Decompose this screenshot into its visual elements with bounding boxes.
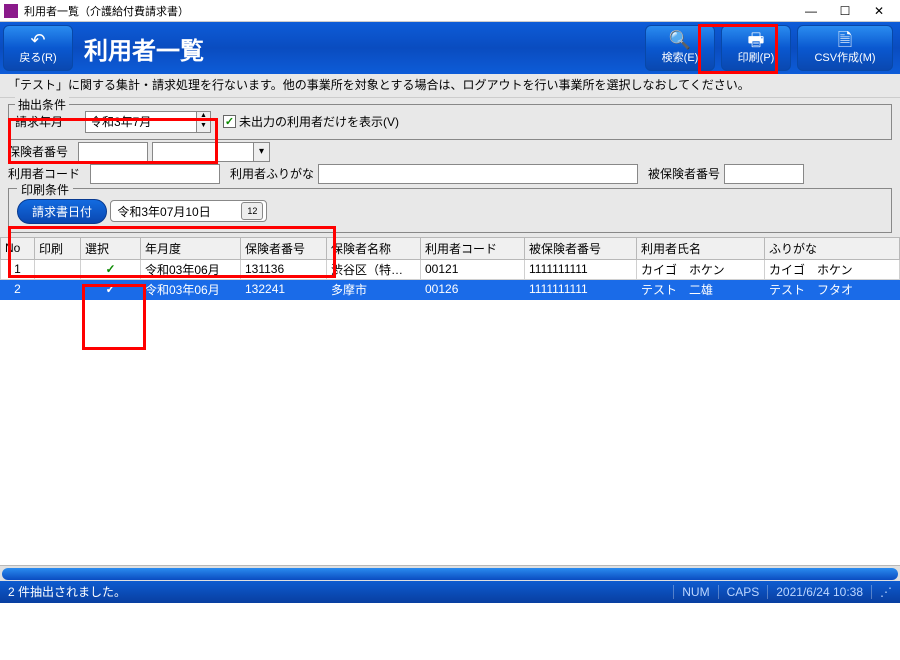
insurer-no-input[interactable] <box>78 142 148 162</box>
cell-no: 1 <box>1 259 35 279</box>
table-row[interactable]: 2 ✓ 令和03年06月 132241 多摩市 00126 1111111111… <box>1 279 900 299</box>
chevron-down-icon[interactable]: ▾ <box>253 143 269 161</box>
cell-user-code: 00121 <box>421 259 525 279</box>
status-datetime: 2021/6/24 10:38 <box>767 585 871 599</box>
status-grip-icon: ⋰ <box>871 585 900 599</box>
insurer-no-label: 保険者番号 <box>8 143 74 160</box>
cell-insured-no: 1111111111 <box>525 259 637 279</box>
col-no[interactable]: No <box>1 237 35 259</box>
col-furigana[interactable]: ふりがな <box>765 237 900 259</box>
status-num: NUM <box>673 585 717 599</box>
filter-panel: 抽出条件 請求年月 ▲▼ ✓ 未出力の利用者だけを表示(V) 保険者番号 ▾ <box>0 98 900 237</box>
table-row[interactable]: 1 ✓ 令和03年06月 131136 渋谷区（特… 00121 1111111… <box>1 259 900 279</box>
status-bar: 2 件抽出されました。 NUM CAPS 2021/6/24 10:38 ⋰ <box>0 581 900 603</box>
back-label: 戻る(R) <box>19 49 56 65</box>
cell-insurer-name: 渋谷区（特… <box>327 259 421 279</box>
cell-select-checkbox[interactable]: ✓ <box>81 279 141 299</box>
grid-area: No 印刷 選択 年月度 保険者番号 保険者名称 利用者コード 被保険者番号 利… <box>0 237 900 565</box>
csv-button[interactable]: 🗎 CSV作成(M) <box>797 25 893 71</box>
back-icon: ↶ <box>30 31 45 49</box>
cell-user-name: カイゴ ホケン <box>637 259 765 279</box>
titlebar: 利用者一覧（介護給付費請求書） ― ☐ ✕ <box>0 0 900 22</box>
window-title: 利用者一覧（介護給付費請求書） <box>24 3 794 19</box>
print-condition-fieldset: 印刷条件 請求書日付 12 <box>8 188 892 233</box>
cell-no: 2 <box>1 279 35 299</box>
back-button[interactable]: ↶ 戻る(R) <box>3 25 73 71</box>
billing-ym-input[interactable]: ▲▼ <box>85 111 211 133</box>
insurer-name-combo[interactable]: ▾ <box>152 142 270 162</box>
print-legend: 印刷条件 <box>17 181 73 198</box>
user-code-input[interactable] <box>90 164 220 184</box>
search-label: 検索(E) <box>662 49 699 65</box>
search-icon: 🔍 <box>669 31 691 49</box>
cell-ym: 令和03年06月 <box>141 259 241 279</box>
user-code-label: 利用者コード <box>8 165 86 182</box>
col-user-name[interactable]: 利用者氏名 <box>637 237 765 259</box>
billing-ym-field[interactable] <box>86 112 196 132</box>
cell-furigana: テスト フタオ <box>765 279 900 299</box>
unprinted-only-label: 未出力の利用者だけを表示(V) <box>239 113 399 130</box>
cell-insurer-no: 131136 <box>241 259 327 279</box>
export-icon: 🗎 <box>838 31 852 49</box>
status-message: 2 件抽出されました。 <box>0 583 673 600</box>
unprinted-only-checkbox[interactable]: ✓ 未出力の利用者だけを表示(V) <box>223 113 399 130</box>
cell-ym: 令和03年06月 <box>141 279 241 299</box>
cell-user-code: 00126 <box>421 279 525 299</box>
status-caps: CAPS <box>718 585 768 599</box>
cell-insurer-no: 132241 <box>241 279 327 299</box>
col-insured-no[interactable]: 被保険者番号 <box>525 237 637 259</box>
minimize-button[interactable]: ― <box>794 1 828 21</box>
horizontal-scrollbar[interactable] <box>0 565 900 581</box>
user-kana-label: 利用者ふりがな <box>230 165 314 182</box>
col-user-code[interactable]: 利用者コード <box>421 237 525 259</box>
insurer-name-input[interactable] <box>153 143 253 161</box>
check-icon: ✓ <box>223 115 236 128</box>
cell-select-checkbox[interactable]: ✓ <box>81 259 141 279</box>
col-select[interactable]: 選択 <box>81 237 141 259</box>
cell-print <box>35 279 81 299</box>
scrollbar-thumb[interactable] <box>2 568 898 580</box>
cell-insured-no: 1111111111 <box>525 279 637 299</box>
insured-no-label: 被保険者番号 <box>648 165 720 182</box>
bill-date-input-wrap[interactable]: 12 <box>110 200 267 222</box>
bill-date-input[interactable] <box>111 204 241 218</box>
col-insurer-no[interactable]: 保険者番号 <box>241 237 327 259</box>
user-kana-input[interactable] <box>318 164 638 184</box>
table-header-row: No 印刷 選択 年月度 保険者番号 保険者名称 利用者コード 被保険者番号 利… <box>1 237 900 259</box>
cell-insurer-name: 多摩市 <box>327 279 421 299</box>
maximize-button[interactable]: ☐ <box>828 1 862 21</box>
description-text: 「テスト」に関する集計・請求処理を行ないます。他の事業所を対象とする場合は、ログ… <box>0 74 900 98</box>
printer-icon: 🖶 <box>748 31 765 49</box>
print-button[interactable]: 🖶 印刷(P) <box>721 25 791 71</box>
extract-fieldset: 抽出条件 請求年月 ▲▼ ✓ 未出力の利用者だけを表示(V) 保険者番号 ▾ <box>8 104 892 233</box>
search-button[interactable]: 🔍 検索(E) <box>645 25 715 71</box>
col-insurer-name[interactable]: 保険者名称 <box>327 237 421 259</box>
extract-legend: 抽出条件 <box>15 96 69 113</box>
app-icon <box>4 4 18 18</box>
insured-no-input[interactable] <box>724 164 804 184</box>
col-print[interactable]: 印刷 <box>35 237 81 259</box>
cell-user-name: テスト 二雄 <box>637 279 765 299</box>
cell-furigana: カイゴ ホケン <box>765 259 900 279</box>
cell-print <box>35 259 81 279</box>
billing-ym-label: 請求年月 <box>15 113 81 130</box>
bill-date-label-button[interactable]: 請求書日付 <box>17 199 107 224</box>
col-ym[interactable]: 年月度 <box>141 237 241 259</box>
print-label: 印刷(P) <box>738 49 775 65</box>
spinner-buttons[interactable]: ▲▼ <box>196 112 210 132</box>
toolbar: ↶ 戻る(R) 利用者一覧 🔍 検索(E) 🖶 印刷(P) 🗎 CSV作成(M) <box>0 22 900 74</box>
page-title: 利用者一覧 <box>76 22 642 74</box>
close-button[interactable]: ✕ <box>862 1 896 21</box>
csv-label: CSV作成(M) <box>814 49 875 65</box>
calendar-icon[interactable]: 12 <box>241 202 263 220</box>
user-table[interactable]: No 印刷 選択 年月度 保険者番号 保険者名称 利用者コード 被保険者番号 利… <box>0 237 900 300</box>
